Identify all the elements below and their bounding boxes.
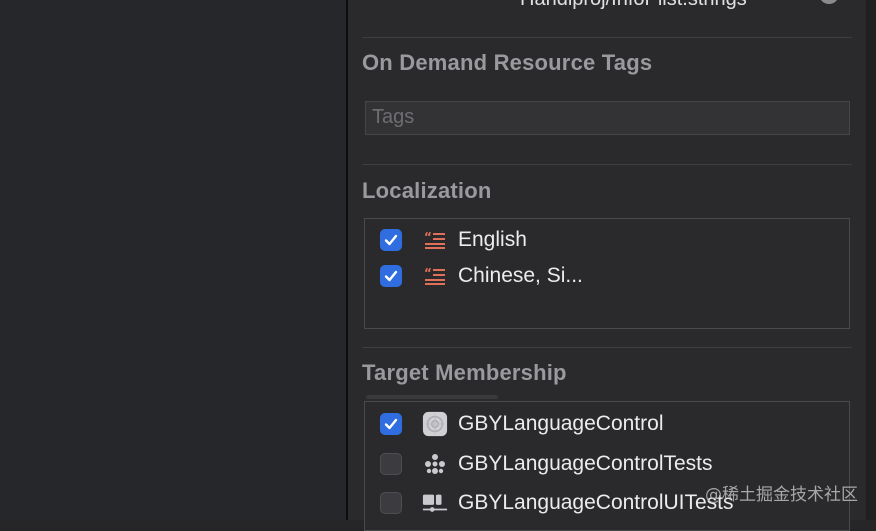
localization-section-title: Localization [362, 178, 492, 203]
svg-text:“: “ [424, 230, 432, 244]
target-row-app: GBYLanguageControl [380, 410, 663, 438]
strings-file-icon: “ [422, 263, 448, 289]
tests-target-checkbox[interactable] [380, 453, 402, 475]
section-divider [362, 347, 852, 348]
divider-handle [366, 395, 498, 399]
target-membership-section-title: Target Membership [362, 360, 567, 385]
section-divider [362, 164, 852, 165]
english-checkbox[interactable] [380, 229, 402, 251]
unit-test-target-icon [422, 451, 448, 477]
svg-text:“: “ [424, 266, 432, 280]
app-target-checkbox[interactable] [380, 413, 402, 435]
uitests-target-label: GBYLanguageControlUITests [458, 491, 734, 514]
localization-row-english: “ English [380, 226, 527, 254]
app-target-icon [422, 411, 448, 437]
odr-section-title: On Demand Resource Tags [362, 50, 653, 75]
file-path-label: Handlproj/InfoPlist.strings [520, 0, 747, 11]
navigator-pane [0, 0, 346, 520]
ui-test-target-icon [422, 490, 448, 516]
chinese-checkbox[interactable] [380, 265, 402, 287]
tags-input[interactable]: Tags [365, 101, 850, 135]
tests-target-label: GBYLanguageControlTests [458, 452, 713, 475]
window-edge [866, 0, 876, 520]
watermark: @稀土掘金技术社区 [705, 485, 858, 505]
section-divider [362, 37, 852, 38]
app-target-label: GBYLanguageControl [458, 412, 664, 435]
english-label: English [458, 228, 527, 251]
strings-file-icon: “ [422, 227, 448, 253]
localization-row-chinese: “ Chinese, Si... [380, 262, 583, 290]
uitests-target-checkbox[interactable] [380, 492, 402, 514]
target-row-uitests: GBYLanguageControlUITests [380, 489, 734, 517]
target-row-tests: GBYLanguageControlTests [380, 450, 713, 478]
chinese-label: Chinese, Si... [458, 264, 583, 287]
